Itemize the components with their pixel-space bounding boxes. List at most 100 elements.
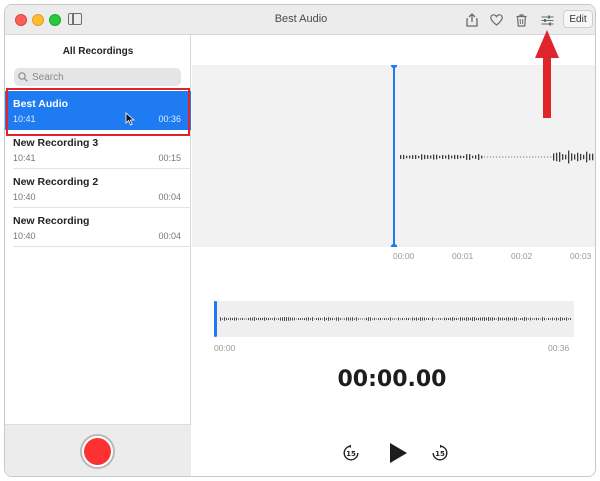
overview-bar [474,317,475,321]
waveform-bar [460,155,462,159]
playhead-line[interactable] [393,65,395,247]
recording-duration: 00:15 [158,153,181,163]
playhead-knob[interactable] [390,243,398,247]
overview-bar [434,318,435,320]
trash-icon[interactable] [512,11,530,29]
share-icon[interactable] [463,11,481,29]
overview-bar [334,318,335,320]
overview-bar [382,318,383,320]
waveform-bar [430,155,432,159]
overview-bar [292,317,293,321]
overview-bar [232,317,233,321]
overview-bar [524,317,525,321]
overview-bar [224,317,225,321]
overview-bar [504,317,505,321]
overview-bar [238,318,239,320]
search-input[interactable] [32,71,172,83]
settings-sliders-icon[interactable] [538,11,556,29]
recording-time: 10:40 [13,192,36,202]
overview-bar [332,317,333,321]
play-button[interactable] [386,440,410,466]
overview-bar [310,318,311,320]
waveform-bar [556,152,558,162]
skip-back-15-button[interactable]: 15 [342,444,360,462]
recording-item-new-recording-2[interactable]: New Recording 2 10:40 00:04 [5,169,191,208]
record-bar [5,424,191,476]
record-button[interactable] [80,434,115,469]
overview-bar [406,317,407,321]
overview-bar [566,317,567,321]
timeline-tick: 00:03 [570,251,592,261]
overview-bar [432,317,433,321]
overview-bar [392,318,393,320]
playhead-knob[interactable] [390,65,398,69]
waveform-bar [445,155,447,159]
overview-bar [234,317,235,321]
overview-bar [510,317,511,321]
overview-bar [516,317,517,321]
waveform-bar [400,155,402,159]
overview-bar [296,318,297,320]
waveform-bar [523,156,525,158]
overview-bar [300,318,301,320]
overview-bar [266,317,267,321]
overview-bar [538,318,539,320]
overview-bar [256,318,257,320]
waveform-bar [559,152,561,162]
edit-button[interactable]: Edit [563,10,593,28]
sidebar-toggle-icon[interactable] [68,13,82,25]
waveform-bar [538,156,540,158]
waveform-bar [481,155,483,159]
overview-bar [490,317,491,321]
overview-bar [440,318,441,320]
overview-bar [394,318,395,320]
zoom-window-button[interactable] [49,14,61,26]
skip-forward-15-button[interactable]: 15 [431,444,449,462]
overview-bar [514,317,515,321]
overview-bar [282,317,283,321]
overview-bar [278,318,279,320]
overview-bar [484,317,485,321]
overview-bar [452,317,453,321]
current-time-display: 00:00.00 [337,367,447,392]
waveform-bar [526,156,528,158]
close-window-button[interactable] [15,14,27,26]
overview-bar [248,317,249,321]
overview-bar [468,317,469,321]
overview-bar [252,317,253,321]
overview-bar [506,317,507,321]
overview-bar [336,317,337,321]
waveform-bar [496,156,498,158]
overview-bar [396,318,397,320]
waveform-bar [544,156,546,158]
overview-bar [482,317,483,321]
overview-bar [326,317,327,321]
waveform-bar [475,155,477,159]
waveform-bar [562,154,564,160]
overview-bar [500,317,501,321]
overview-bar [436,318,437,320]
overview-bar [502,317,503,321]
waveform-bar [553,153,555,161]
overview-bar [548,317,549,321]
waveform-bar [565,154,567,160]
overview-playhead[interactable] [214,301,217,337]
overview-bar [258,317,259,321]
recording-item-best-audio[interactable]: Best Audio 10:41 00:36 [5,91,191,130]
recording-item-new-recording[interactable]: New Recording 10:40 00:04 [5,208,191,247]
recording-item-new-recording-3[interactable]: New Recording 3 10:41 00:15 [5,130,191,169]
overview-bar [422,317,423,321]
overview-bar [512,317,513,321]
waveform-bar [583,154,585,160]
minimize-window-button[interactable] [32,14,44,26]
overview-bar [304,317,305,321]
waveform-bar [439,155,441,159]
waveform-bar [517,156,519,158]
overview-bar [318,317,319,321]
heart-icon[interactable] [487,11,505,29]
overview-bar [270,318,271,320]
overview-bar [518,318,519,320]
overview-bar [342,318,343,320]
search-field[interactable] [14,68,181,86]
waveform-bar [454,154,456,160]
